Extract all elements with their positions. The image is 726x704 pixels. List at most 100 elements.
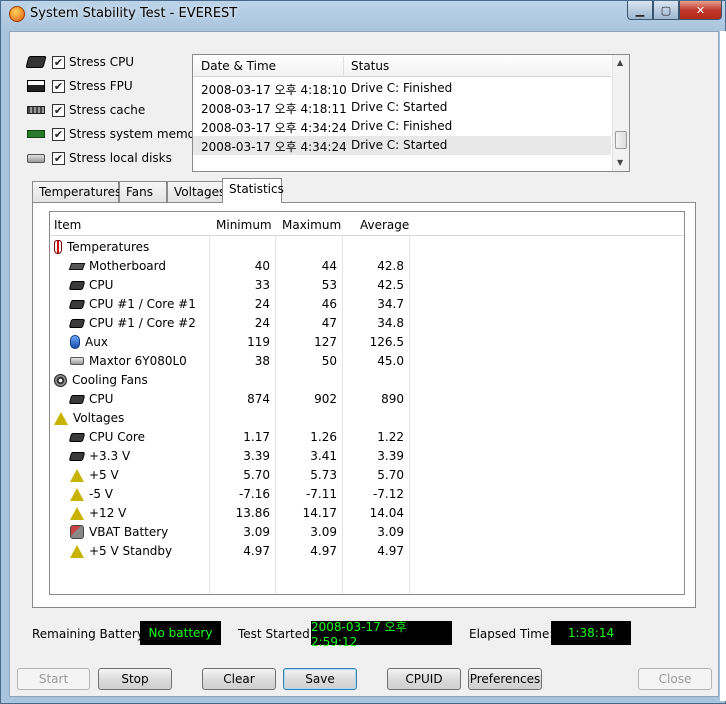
group-label: Temperatures [67,240,150,254]
stress-fpu-checkbox[interactable]: ✔ [52,79,65,93]
stats-row[interactable]: CPU #1 / Core #1 24 46 34.7 [50,295,684,314]
voltage-icon [70,487,84,501]
stats-row[interactable]: +3.3 V 3.39 3.41 3.39 [50,447,684,466]
column-maximum[interactable]: Maximum [282,218,341,232]
stats-row[interactable]: CPU #1 / Core #2 24 47 34.8 [50,314,684,333]
group-label: Cooling Fans [72,373,148,387]
row-label: Maxtor 6Y080L0 [89,354,187,368]
stats-row[interactable]: Maxtor 6Y080L0 38 50 45.0 [50,352,684,371]
log-row[interactable]: 2008-03-17 오후 4:34:24 Drive C: Finished [193,117,611,136]
cpu-chip-icon [68,299,86,309]
everest-app-icon [9,6,25,22]
row-label: CPU Core [89,430,145,444]
window: System Stability Test - EVEREST ▁ ▢ ✕ ✔ … [0,0,726,704]
stress-cpu-checkbox[interactable]: ✔ [52,55,65,69]
min-value: 24 [254,316,270,330]
stats-group-voltages[interactable]: Voltages [50,409,684,428]
title-bar[interactable]: System Stability Test - EVEREST ▁ ▢ ✕ [1,1,725,29]
row-label: CPU #1 / Core #1 [89,297,196,311]
stress-disks-checkbox[interactable]: ✔ [52,151,65,165]
elapsed-time-value: 1:38:14 [551,621,631,645]
cpu-chip-icon [25,56,47,68]
min-value: 1.17 [243,430,270,444]
stress-memory-checkbox[interactable]: ✔ [52,127,65,141]
log-scrollbar[interactable]: ▲ ▼ [612,55,629,171]
save-button[interactable]: Save [283,668,357,690]
log-row[interactable]: 2008-03-17 오후 4:18:10 Drive C: Finished [193,79,611,98]
log-row[interactable]: 2008-03-17 오후 4:18:11 Drive C: Started [193,98,611,117]
minimize-button[interactable]: ▁ [627,1,653,20]
stress-fpu-label: Stress FPU [69,79,133,93]
stats-row[interactable]: CPU 33 53 42.5 [50,276,684,295]
close-button[interactable]: Close [638,668,712,690]
avg-value: 34.8 [377,316,404,330]
avg-value: 14.04 [369,506,404,520]
scroll-thumb[interactable] [615,131,627,149]
statistics-table[interactable]: Item Minimum Maximum Average Temperature… [49,211,685,595]
stats-row[interactable]: VBAT Battery 3.09 3.09 3.09 [50,523,684,542]
close-window-button[interactable]: ✕ [679,1,722,20]
avg-value: 890 [381,392,404,406]
tab-temperatures[interactable]: Temperatures [32,181,121,202]
stats-row[interactable]: CPU Core 1.17 1.26 1.22 [50,428,684,447]
max-value: 50 [321,354,337,368]
row-label: -5 V [89,487,113,501]
min-value: 119 [247,335,270,349]
stats-row[interactable]: +12 V 13.86 14.17 14.04 [50,504,684,523]
stats-row[interactable]: +5 V 5.70 5.73 5.70 [50,466,684,485]
maximize-button[interactable]: ▢ [653,1,679,20]
stress-cache-checkbox[interactable]: ✔ [52,103,65,117]
preferences-button[interactable]: Preferences [468,668,542,690]
stats-group-cooling-fans[interactable]: Cooling Fans [50,371,684,390]
stress-disks-option[interactable]: ✔ Stress local disks [27,149,172,167]
tab-statistics[interactable]: Statistics [222,178,284,203]
stats-row[interactable]: Aux 119 127 126.5 [50,333,684,352]
max-value: 3.09 [310,525,337,539]
scroll-down-icon[interactable]: ▼ [617,158,623,167]
scroll-up-icon[interactable]: ▲ [617,58,623,67]
column-item[interactable]: Item [54,218,81,232]
log-status: Drive C: Finished [351,119,453,133]
column-minimum[interactable]: Minimum [216,218,272,232]
avg-value: 4.97 [377,544,404,558]
tab-fans[interactable]: Fans [119,181,167,202]
row-label: Aux [85,335,108,349]
stats-row[interactable]: -5 V -7.16 -7.11 -7.12 [50,485,684,504]
column-average[interactable]: Average [360,218,409,232]
start-button[interactable]: Start [17,668,90,690]
max-value: 127 [314,335,337,349]
stats-row[interactable]: +5 V Standby 4.97 4.97 4.97 [50,542,684,561]
stress-cache-option[interactable]: ✔ Stress cache [27,101,145,119]
stats-group-temperatures[interactable]: Temperatures [50,238,684,257]
min-value: 874 [247,392,270,406]
avg-value: 5.70 [377,468,404,482]
log-time: 2008-03-17 오후 4:34:24 [201,140,347,154]
background-window-edge [720,31,726,701]
voltage-icon [70,544,84,558]
cpuid-button[interactable]: CPUID [387,668,461,690]
avg-value: 42.8 [377,259,404,273]
avg-value: 3.09 [377,525,404,539]
log-status: Drive C: Finished [351,81,453,95]
log-row-selected[interactable]: 2008-03-17 오후 4:34:24 Drive C: Started [193,136,611,155]
row-label: +12 V [89,506,127,520]
stress-memory-option[interactable]: ✔ Stress system memory [27,125,207,143]
stress-fpu-option[interactable]: ✔ Stress FPU [27,77,133,95]
column-date-time[interactable]: Date & Time [201,59,276,73]
stress-cpu-option[interactable]: ✔ Stress CPU [25,53,134,71]
statistics-header: Item Minimum Maximum Average [50,212,684,236]
min-value: 5.70 [243,468,270,482]
log-time: 2008-03-17 오후 4:18:10 [201,83,347,97]
clear-button[interactable]: Clear [202,668,276,690]
stats-row[interactable]: Motherboard 40 44 42.8 [50,257,684,276]
voltage-icon [70,468,84,482]
column-status[interactable]: Status [351,59,389,73]
stats-row[interactable]: CPU 874 902 890 [50,390,684,409]
stop-button[interactable]: Stop [98,668,172,690]
avg-value: 34.7 [377,297,404,311]
fpu-icon [27,80,45,92]
log-time: 2008-03-17 오후 4:34:24 [201,121,347,135]
avg-value: 1.22 [377,430,404,444]
tab-voltages[interactable]: Voltages [167,181,225,202]
event-log-list[interactable]: Date & Time Status 2008-03-17 오후 4:18:10… [192,54,630,172]
